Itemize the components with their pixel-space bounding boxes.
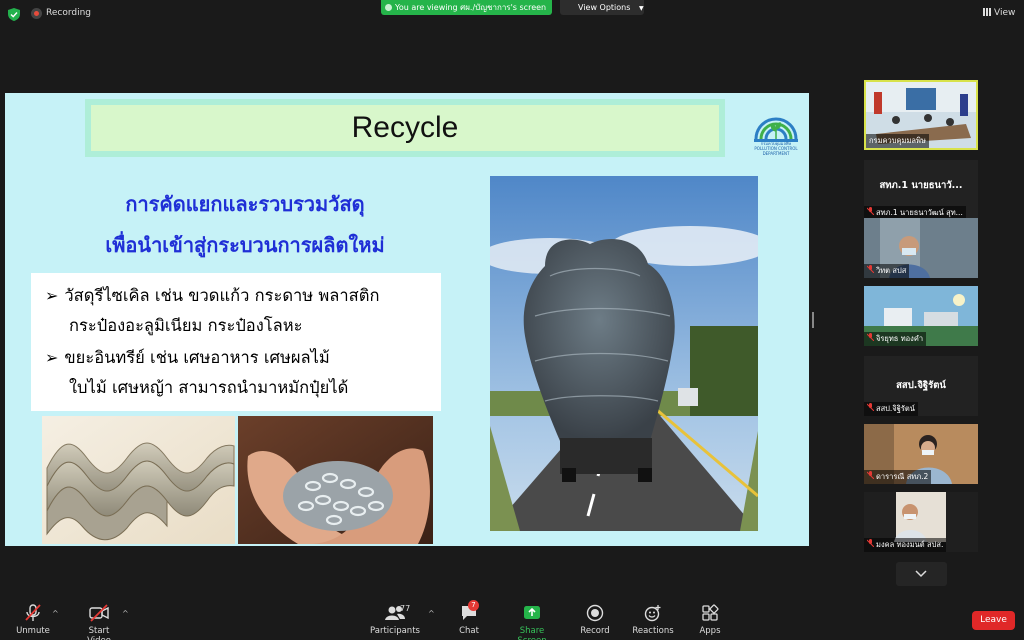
- participant-tile[interactable]: สทภ.1 นายธนาวั... สทภ.1 นายธนาวัฒน์ สุท.…: [864, 160, 978, 220]
- participant-display-name: สสป.จิฐิรัตน์: [896, 380, 946, 391]
- recording-icon: [31, 8, 42, 19]
- view-options-button[interactable]: View Options ▼: [560, 0, 644, 15]
- muted-mic-icon: [867, 471, 874, 479]
- participant-name: สสป.จิฐิรัตน์: [864, 402, 918, 416]
- bullet-text: ขยะอินทรีย์ เช่น เศษอาหาร เศษผลไม้: [64, 348, 330, 367]
- muted-mic-icon: [867, 403, 874, 411]
- muted-mic-icon: [867, 207, 874, 215]
- grid-icon: [983, 8, 991, 16]
- leave-button[interactable]: Leave: [972, 611, 1015, 630]
- video-options-caret-icon[interactable]: ^: [122, 609, 129, 618]
- bullet-box: ➢ วัสดุรีไซเคิล เช่น ขวดแก้ว กระดาษ พลาสต…: [31, 273, 441, 411]
- slide-heading-line1: การคัดแยกและรวบรวมวัสดุ: [125, 192, 365, 216]
- bullet-item: ➢ ขยะอินทรีย์ เช่น เศษอาหาร เศษผลไม้: [45, 345, 330, 371]
- apps-icon: [702, 604, 719, 621]
- video-off-icon: [89, 604, 109, 622]
- chevron-down-icon: ▼: [638, 5, 644, 12]
- participants-button[interactable]: 77 Participants: [370, 604, 420, 636]
- muted-mic-icon: [25, 604, 41, 621]
- view-options-label: View Options: [578, 3, 631, 12]
- viewing-text: You are viewing ศผ./บัญชาการ's screen: [395, 3, 547, 12]
- participant-name: วิทต สปส: [864, 264, 910, 278]
- participant-tile[interactable]: มงคล ทองมนต์ สปส.: [864, 492, 978, 552]
- apps-button[interactable]: Apps: [696, 604, 724, 636]
- scroll-down-button[interactable]: [896, 562, 947, 586]
- arrow-bullet-icon: ➢: [45, 286, 59, 305]
- view-label: View: [994, 8, 1016, 18]
- chat-label: Chat: [459, 626, 479, 636]
- bullet-item: ➢ วัสดุรีไซเคิล เช่น ขวดแก้ว กระดาษ พลาสต…: [45, 283, 379, 309]
- participants-options-caret-icon[interactable]: ^: [428, 609, 435, 618]
- emoji-icon: [644, 605, 661, 622]
- truck-loaded-with-bottles-image: [490, 176, 758, 531]
- top-bar: Recording You are viewing ศผ./บัญชาการ's…: [0, 0, 1024, 28]
- participant-tile[interactable]: ดารารณี สทภ.2: [864, 424, 978, 484]
- audio-options-caret-icon[interactable]: ^: [52, 609, 59, 618]
- start-video-button[interactable]: Start Video: [76, 604, 122, 640]
- record-button[interactable]: Record: [578, 604, 612, 636]
- chat-button[interactable]: 7 Chat: [454, 600, 484, 636]
- participant-name: มงคล ทองมนต์ สปส.: [864, 538, 947, 552]
- unmute-button[interactable]: Unmute: [16, 604, 50, 636]
- participant-tile[interactable]: จิรยุทธ ทองคำ: [864, 286, 978, 346]
- participant-tile-active-speaker[interactable]: กรมควบคุมมลพิษ: [864, 80, 978, 150]
- apps-label: Apps: [699, 626, 721, 636]
- participant-name: กรมควบคุมมลพิษ: [866, 134, 929, 148]
- shield-icon[interactable]: [8, 8, 20, 21]
- unmute-label: Unmute: [16, 626, 50, 636]
- reactions-button[interactable]: Reactions: [632, 604, 674, 636]
- reactions-label: Reactions: [632, 626, 674, 636]
- view-button[interactable]: View: [983, 8, 1015, 18]
- participants-count: 77: [400, 604, 411, 613]
- share-screen-label: Share Screen: [517, 626, 546, 640]
- participant-display-name: สทภ.1 นายธนาวั...: [879, 180, 963, 191]
- status-dot-icon: [385, 4, 392, 11]
- share-screen-icon: [524, 606, 540, 619]
- record-label: Record: [580, 626, 610, 636]
- zoom-meeting-window: Recording You are viewing ศผ./บัญชาการ's…: [0, 0, 1024, 640]
- recording-label: Recording: [46, 8, 92, 18]
- meeting-toolbar: Unmute ^ Start Video ^ 77 Participants ^: [0, 596, 1024, 640]
- muted-mic-icon: [867, 265, 874, 273]
- participant-tile[interactable]: สสป.จิฐิรัตน์ สสป.จิฐิรัตน์: [864, 356, 978, 416]
- slide-title-box: Recycle: [91, 105, 719, 151]
- share-screen-button[interactable]: Share Screen: [504, 604, 560, 640]
- bullet-continuation: กระป๋องอะลูมิเนียม กระป๋องโลหะ: [69, 316, 303, 335]
- shared-screen-slide: Recycle กรมควบคุมมลพิษ POLLUTION CONTROL…: [5, 93, 809, 546]
- muted-mic-icon: [867, 333, 874, 341]
- slide-title: Recycle: [351, 111, 459, 144]
- muted-mic-icon: [867, 539, 874, 547]
- chat-unread-badge: 7: [468, 600, 479, 611]
- chevron-down-icon: [915, 570, 927, 578]
- record-icon: [586, 604, 604, 622]
- start-video-label: Start Video: [87, 626, 111, 640]
- can-tabs-in-hands-image: [238, 416, 433, 544]
- slide-heading-line2: เพื่อนำเข้าสู่กระบวนการผลิตใหม่: [105, 233, 385, 257]
- viewing-screen-banner: You are viewing ศผ./บัญชาการ's screen: [381, 0, 553, 15]
- participant-tile[interactable]: วิทต สปส: [864, 218, 978, 278]
- panel-resize-handle[interactable]: [812, 312, 814, 328]
- participant-name: จิรยุทธ ทองคำ: [864, 332, 927, 346]
- participant-name: ดารารณี สทภ.2: [864, 470, 932, 484]
- bullet-continuation: ใบไม้ เศษหญ้า สามารถนำมาหมักปุ๋ยได้: [69, 378, 349, 397]
- participants-label: Participants: [370, 626, 420, 636]
- arrow-bullet-icon: ➢: [45, 348, 59, 367]
- logo-caption: กรมควบคุมมลพิษ POLLUTION CONTROL DEPARTM…: [754, 141, 798, 156]
- bullet-text: วัสดุรีไซเคิล เช่น ขวดแก้ว กระดาษ พลาสติ…: [64, 286, 380, 305]
- recycled-roof-sheets-image: [42, 416, 235, 544]
